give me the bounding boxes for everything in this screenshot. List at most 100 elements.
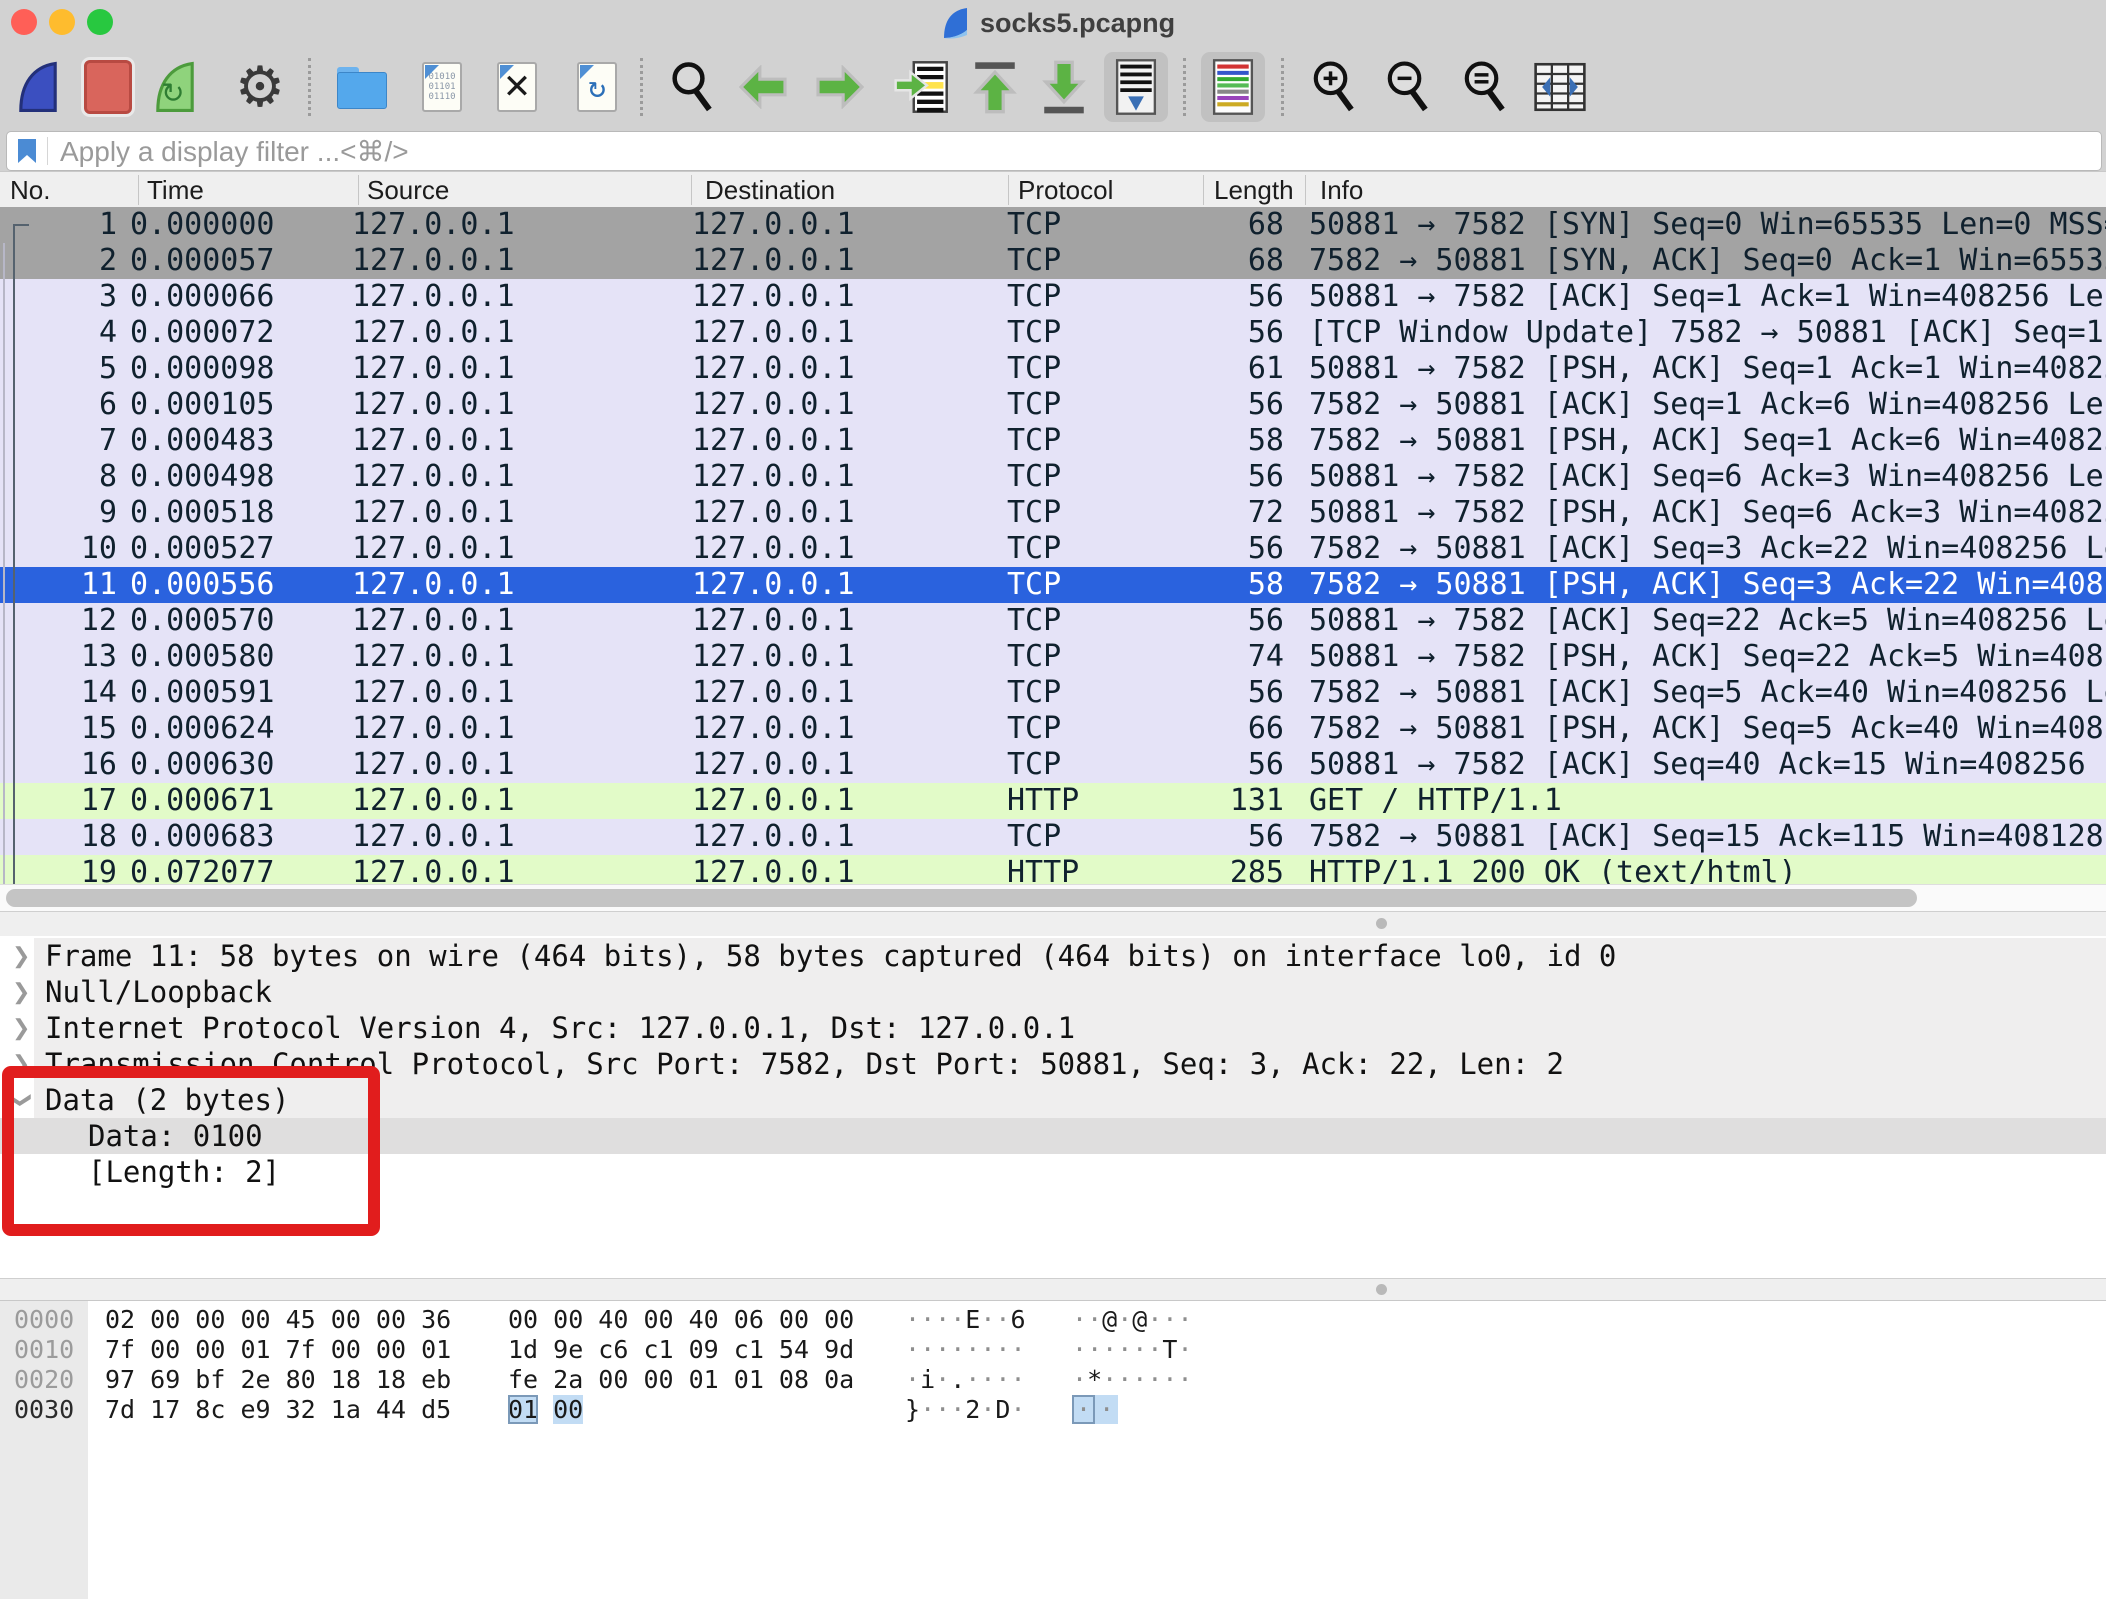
pane-splitter-bottom[interactable]: [0, 1278, 2106, 1301]
packet-bytes-pane[interactable]: 000002 00 00 00 45 00 00 3600 00 40 00 4…: [0, 1300, 2106, 1599]
packet-row-7[interactable]: 70.000483127.0.0.1127.0.0.1TCP587582 → 5…: [0, 423, 2106, 459]
stop-capture-button[interactable]: [76, 52, 140, 122]
packet-row-8[interactable]: 80.000498127.0.0.1127.0.0.1TCP5650881 → …: [0, 459, 2106, 495]
save-file-button[interactable]: 010100110101110: [410, 52, 474, 122]
packet-row-3[interactable]: 30.000066127.0.0.1127.0.0.1TCP5650881 → …: [0, 279, 2106, 315]
column-header-protocol[interactable]: Protocol: [1018, 172, 1198, 208]
zoom-window-button[interactable]: [87, 9, 113, 35]
details-row[interactable]: ❯Internet Protocol Version 4, Src: 127.0…: [0, 1010, 2106, 1046]
column-divider[interactable]: [1305, 175, 1306, 205]
ascii-group2[interactable]: ··@·@···: [1072, 1305, 1193, 1335]
zoom-in-button[interactable]: [1302, 52, 1366, 122]
column-divider[interactable]: [1008, 175, 1009, 205]
reload-file-button[interactable]: ↻: [565, 52, 629, 122]
cell-time: 0.000683: [130, 819, 352, 855]
packet-row-4[interactable]: 40.000072127.0.0.1127.0.0.1TCP56[TCP Win…: [0, 315, 2106, 351]
packet-row-9[interactable]: 90.000518127.0.0.1127.0.0.1TCP7250881 → …: [0, 495, 2106, 531]
horizontal-scrollbar[interactable]: [0, 884, 2106, 911]
column-divider[interactable]: [1203, 175, 1204, 205]
column-header-time[interactable]: Time: [147, 172, 347, 208]
packet-row-15[interactable]: 150.000624127.0.0.1127.0.0.1TCP667582 → …: [0, 711, 2106, 747]
packet-row-5[interactable]: 50.000098127.0.0.1127.0.0.1TCP6150881 → …: [0, 351, 2106, 387]
hex-bytes-group2[interactable]: 01 00: [508, 1395, 583, 1425]
chevron-collapsed-icon[interactable]: ❯: [12, 938, 30, 974]
column-header-length[interactable]: Length: [1214, 172, 1305, 208]
hex-bytes-group1[interactable]: 7d 17 8c e9 32 1a 44 d5: [105, 1395, 451, 1425]
first-packet-button[interactable]: [963, 52, 1027, 122]
hex-bytes-group1[interactable]: 02 00 00 00 45 00 00 36: [105, 1305, 451, 1335]
minimize-window-button[interactable]: [49, 9, 75, 35]
last-packet-button[interactable]: [1032, 52, 1096, 122]
chevron-collapsed-icon[interactable]: ❯: [12, 974, 30, 1010]
ascii-group1[interactable]: ········: [905, 1335, 1026, 1365]
hex-bytes-group1[interactable]: 97 69 bf 2e 80 18 18 eb: [105, 1365, 451, 1395]
pane-splitter-top[interactable]: [0, 911, 2106, 937]
chevron-collapsed-icon[interactable]: ❯: [12, 1010, 30, 1046]
ascii-group2[interactable]: ··: [1072, 1395, 1118, 1425]
main-toolbar: ↻ ⚙ 010100110101110 ✕ ↻: [0, 48, 2106, 130]
ascii-group1[interactable]: ·i·.····: [905, 1365, 1026, 1395]
packet-row-2[interactable]: 20.000057127.0.0.1127.0.0.1TCP687582 → 5…: [0, 243, 2106, 279]
auto-scroll-button[interactable]: [1104, 52, 1168, 122]
packet-list[interactable]: 10.000000127.0.0.1127.0.0.1TCP6850881 → …: [0, 207, 2106, 884]
display-filter-input[interactable]: Apply a display filter ...<⌘/>: [6, 131, 2102, 171]
ascii-group2[interactable]: ······T·: [1072, 1335, 1193, 1365]
ascii-group1[interactable]: }···2·D·: [905, 1395, 1026, 1425]
packet-row-19[interactable]: 190.072077127.0.0.1127.0.0.1HTTP285HTTP/…: [0, 855, 2106, 884]
packet-row-13[interactable]: 130.000580127.0.0.1127.0.0.1TCP7450881 →…: [0, 639, 2106, 675]
go-to-packet-button[interactable]: [890, 52, 954, 122]
column-header-no[interactable]: No.: [10, 172, 120, 208]
column-divider[interactable]: [691, 175, 692, 205]
packet-row-12[interactable]: 120.000570127.0.0.1127.0.0.1TCP5650881 →…: [0, 603, 2106, 639]
horizontal-scrollbar-thumb[interactable]: [6, 889, 1917, 907]
selected-ascii-char[interactable]: ·: [1095, 1395, 1118, 1424]
hex-row-0010[interactable]: 00107f 00 00 01 7f 00 00 011d 9e c6 c1 0…: [0, 1335, 2106, 1365]
close-window-button[interactable]: [11, 9, 37, 35]
column-divider[interactable]: [138, 175, 139, 205]
zoom-out-button[interactable]: [1376, 52, 1440, 122]
packet-row-6[interactable]: 60.000105127.0.0.1127.0.0.1TCP567582 → 5…: [0, 387, 2106, 423]
next-packet-button[interactable]: [808, 52, 872, 122]
packet-row-17[interactable]: 170.000671127.0.0.1127.0.0.1HTTP131GET /…: [0, 783, 2106, 819]
restart-capture-button[interactable]: ↻: [143, 52, 207, 122]
selected-ascii-char[interactable]: ·: [1072, 1395, 1095, 1424]
column-header-info[interactable]: Info: [1320, 172, 1720, 208]
details-row[interactable]: ❯Frame 11: 58 bytes on wire (464 bits), …: [0, 938, 2106, 974]
filter-bookmark-icon[interactable]: [17, 138, 37, 164]
hex-bytes-group2[interactable]: fe 2a 00 00 01 01 08 0a: [508, 1365, 854, 1395]
details-row[interactable]: ❯Null/Loopback: [0, 974, 2106, 1010]
packet-row-1[interactable]: 10.000000127.0.0.1127.0.0.1TCP6850881 → …: [0, 207, 2106, 243]
previous-packet-button[interactable]: [731, 52, 795, 122]
packet-row-14[interactable]: 140.000591127.0.0.1127.0.0.1TCP567582 → …: [0, 675, 2106, 711]
close-file-button[interactable]: ✕: [485, 52, 549, 122]
hex-bytes-group2[interactable]: 00 00 40 00 40 06 00 00: [508, 1305, 854, 1335]
ascii-group2[interactable]: ·*······: [1072, 1365, 1193, 1395]
column-header-destination[interactable]: Destination: [705, 172, 1000, 208]
ascii-group1[interactable]: ····E··6: [905, 1305, 1026, 1335]
resize-columns-button[interactable]: [1528, 52, 1592, 122]
capture-options-button[interactable]: ⚙: [228, 52, 292, 122]
hex-row-0030[interactable]: 00307d 17 8c e9 32 1a 44 d501 00}···2·D·…: [0, 1395, 2106, 1425]
packet-row-16[interactable]: 160.000630127.0.0.1127.0.0.1TCP5650881 →…: [0, 747, 2106, 783]
colorize-packets-button[interactable]: [1201, 52, 1265, 122]
hex-bytes-group1[interactable]: 7f 00 00 01 7f 00 00 01: [105, 1335, 451, 1365]
hex-row-0020[interactable]: 002097 69 bf 2e 80 18 18 ebfe 2a 00 00 0…: [0, 1365, 2106, 1395]
cell-info: 7582 → 50881 [PSH, ACK] Seq=5 Ack=40 Win…: [1309, 711, 2106, 747]
column-divider[interactable]: [358, 175, 359, 205]
selected-byte[interactable]: 00: [553, 1395, 583, 1424]
packet-row-11[interactable]: 110.000556127.0.0.1127.0.0.1TCP587582 → …: [0, 567, 2106, 603]
find-packet-button[interactable]: [660, 52, 724, 122]
open-file-button[interactable]: [329, 52, 393, 122]
arrow-right-icon: [814, 65, 866, 109]
zoom-reset-button[interactable]: [1453, 52, 1517, 122]
selected-byte-cursor[interactable]: 01: [508, 1395, 538, 1424]
packet-row-18[interactable]: 180.000683127.0.0.1127.0.0.1TCP567582 → …: [0, 819, 2106, 855]
start-capture-button[interactable]: [6, 52, 70, 122]
column-header-source[interactable]: Source: [367, 172, 687, 208]
hex-bytes-group2[interactable]: 1d 9e c6 c1 09 c1 54 9d: [508, 1335, 854, 1365]
toolbar-separator: [640, 58, 643, 116]
hex-row-0000[interactable]: 000002 00 00 00 45 00 00 3600 00 40 00 4…: [0, 1305, 2106, 1335]
splitter-handle-dot[interactable]: [1376, 1284, 1387, 1295]
splitter-handle-dot[interactable]: [1376, 918, 1387, 929]
packet-row-10[interactable]: 100.000527127.0.0.1127.0.0.1TCP567582 → …: [0, 531, 2106, 567]
